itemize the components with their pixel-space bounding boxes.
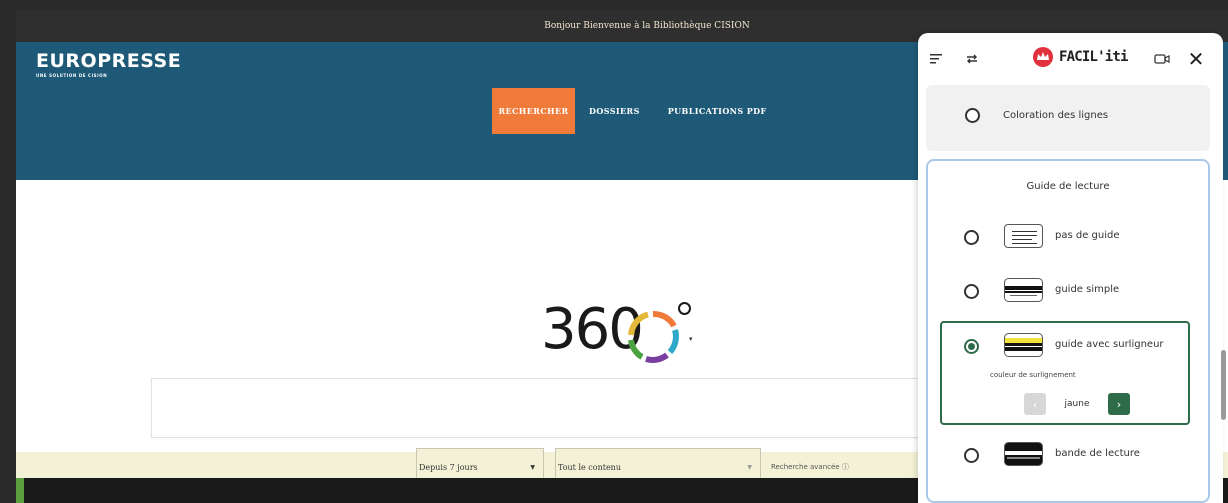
coloration-radio[interactable] bbox=[965, 108, 980, 123]
coloration-option[interactable]: Coloration des lignes bbox=[926, 85, 1210, 151]
nav-rechercher[interactable]: RECHERCHER bbox=[492, 88, 575, 134]
degree-symbol-icon bbox=[678, 302, 691, 315]
chevron-down-icon: ▼ bbox=[747, 464, 752, 471]
swap-arrows-icon bbox=[967, 54, 977, 64]
highlight-guide-radio[interactable] bbox=[964, 339, 979, 354]
reading-band-radio[interactable] bbox=[964, 448, 979, 463]
logo-360-ring-icon bbox=[628, 311, 679, 363]
video-camera-icon bbox=[1154, 54, 1170, 64]
simple-guide-label: guide simple bbox=[1055, 284, 1120, 295]
highlight-guide-icon bbox=[1004, 333, 1043, 357]
highlight-color-stepper: ‹ jaune › bbox=[1024, 393, 1130, 415]
close-icon: ✕ bbox=[1187, 47, 1205, 71]
main-nav: RECHERCHER DOSSIERS PUBLICATIONS PDF bbox=[492, 88, 781, 134]
option-reading-band[interactable]: bande de lecture bbox=[918, 435, 1223, 475]
coloration-label: Coloration des lignes bbox=[1003, 110, 1109, 121]
faciliti-panel: FACIL'iti ✕ Coloration des lignes Guide … bbox=[918, 33, 1223, 503]
panel-header: FACIL'iti ✕ bbox=[918, 33, 1223, 83]
option-simple-guide[interactable]: guide simple bbox=[918, 271, 1223, 311]
period-select-value: Depuis 7 jours bbox=[419, 463, 478, 472]
swap-button[interactable] bbox=[960, 47, 984, 71]
caret-icon: ▾ bbox=[689, 335, 693, 343]
previous-color-button[interactable]: ‹ bbox=[1024, 393, 1046, 415]
bottom-bar-accent bbox=[16, 478, 24, 503]
highlight-color-value: jaune bbox=[1064, 399, 1090, 409]
content-select-value: Tout le contenu bbox=[558, 463, 621, 472]
no-guide-radio[interactable] bbox=[964, 230, 979, 245]
next-color-button[interactable]: › bbox=[1108, 393, 1130, 415]
menu-button[interactable] bbox=[924, 47, 948, 71]
simple-guide-icon bbox=[1004, 278, 1043, 302]
menu-lines-icon bbox=[930, 54, 942, 64]
simple-guide-radio[interactable] bbox=[964, 284, 979, 299]
search-input[interactable] bbox=[151, 378, 951, 438]
logo-tagline: UNE SOLUTION DE CISION bbox=[36, 73, 108, 78]
no-guide-icon bbox=[1004, 224, 1043, 248]
option-no-guide[interactable]: pas de guide bbox=[918, 217, 1223, 257]
europresse-logo[interactable]: EUROPRESSE UNE SOLUTION DE CISION bbox=[36, 50, 181, 78]
chevron-left-icon: ‹ bbox=[1032, 397, 1038, 411]
faciliti-brand-text: FACIL'iti bbox=[1059, 49, 1128, 65]
reading-guide-title: Guide de lecture bbox=[1026, 181, 1110, 192]
reading-band-icon bbox=[1004, 442, 1043, 466]
welcome-text: Bonjour Bienvenue à la Bibliothèque CISI… bbox=[544, 21, 750, 31]
option-highlight-guide[interactable]: guide avec surligneur bbox=[918, 326, 1223, 366]
highlight-color-label: couleur de surlignement bbox=[990, 371, 1076, 379]
nav-dossiers[interactable]: DOSSIERS bbox=[575, 88, 654, 134]
highlight-guide-label: guide avec surligneur bbox=[1055, 339, 1164, 350]
panel-scrollbar[interactable] bbox=[1221, 350, 1226, 420]
faciliti-crown-icon bbox=[1033, 47, 1053, 67]
reading-band-label: bande de lecture bbox=[1055, 448, 1140, 459]
chevron-down-icon: ▼ bbox=[530, 464, 535, 471]
advanced-search-link[interactable]: Recherche avancée ⓘ bbox=[771, 462, 849, 472]
faciliti-logo: FACIL'iti bbox=[1032, 46, 1128, 68]
chevron-right-icon: › bbox=[1116, 397, 1122, 411]
no-guide-label: pas de guide bbox=[1055, 230, 1120, 241]
nav-publications[interactable]: PUBLICATIONS PDF bbox=[654, 88, 781, 134]
logo-brand: EUROPRESSE bbox=[36, 50, 182, 72]
video-button[interactable] bbox=[1150, 47, 1174, 71]
close-button[interactable]: ✕ bbox=[1184, 47, 1208, 71]
